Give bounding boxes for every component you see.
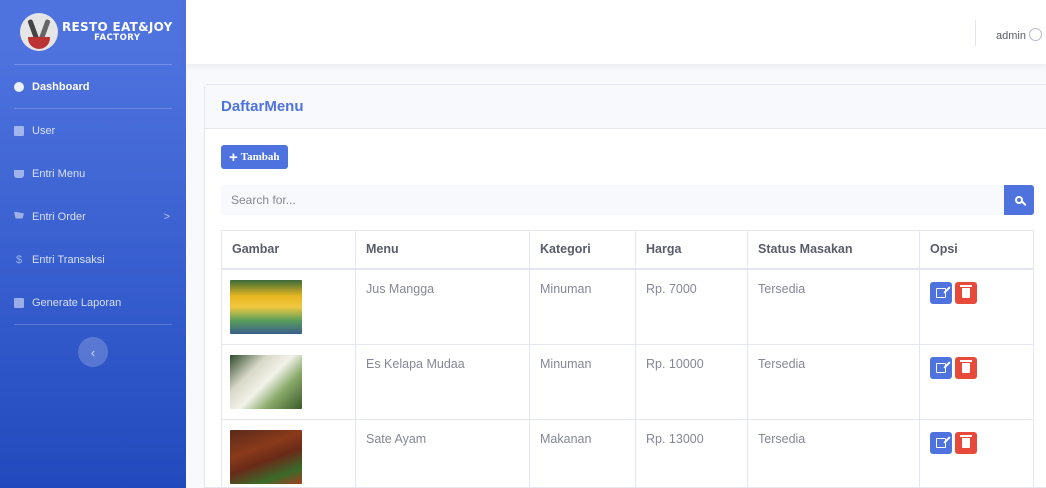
sidebar-item-label: Dashboard <box>32 80 90 93</box>
plus-icon: + <box>229 148 238 166</box>
delete-button[interactable] <box>955 356 977 379</box>
options-cell <box>919 343 1034 420</box>
edit-button[interactable] <box>930 356 952 379</box>
add-button-label: Tambah <box>240 151 280 163</box>
chevron-right-icon: > <box>163 210 170 223</box>
harga-cell: Rp. 10000 <box>635 343 748 420</box>
sidebar-item-label: Entri Menu <box>32 167 86 180</box>
trash-icon <box>960 359 972 373</box>
user-card-icon <box>14 125 24 136</box>
topbar-divider <box>975 20 976 46</box>
table-header-row: Gambar Menu Kategori Harga Status Masaka… <box>221 230 1034 270</box>
sidebar-item-user[interactable]: User <box>0 109 186 152</box>
sidebar-toggle-button[interactable]: ‹ <box>78 337 108 367</box>
sidebar-item-entri-menu[interactable]: Entri Menu <box>0 152 186 195</box>
sidebar: RESTO EAT&JOY FACTORY Dashboard User Ent… <box>0 0 186 488</box>
table-row: Sate Ayam Makanan Rp. 13000 Tersedia <box>221 418 1034 488</box>
column-header[interactable]: Opsi <box>919 230 1034 270</box>
image-cell <box>221 343 356 420</box>
mango-juice-photo <box>230 279 302 334</box>
chevron-left-icon: ‹ <box>90 344 96 360</box>
column-header[interactable]: Menu <box>355 230 530 270</box>
kategori-cell: Minuman <box>529 268 636 345</box>
menu-cell: Sate Ayam <box>355 418 530 488</box>
edit-icon <box>936 362 946 373</box>
search-input[interactable] <box>221 185 1004 215</box>
trash-icon <box>960 434 972 448</box>
chicken-satay-photo <box>230 429 302 484</box>
page-title: DaftarMenu <box>221 98 304 115</box>
cart-icon <box>14 211 24 219</box>
edit-button[interactable] <box>930 431 952 454</box>
sidebar-item-generate-laporan[interactable]: Generate Laporan <box>0 281 186 324</box>
table-row: Es Kelapa Mudaa Minuman Rp. 10000 Tersed… <box>221 343 1034 420</box>
column-header[interactable]: Kategori <box>529 230 636 270</box>
sidebar-item-label: User <box>32 124 56 137</box>
sidebar-item-label: Entri Order <box>32 210 86 223</box>
sidebar-item-label: Entri Transaksi <box>32 253 105 266</box>
document-icon <box>14 297 24 308</box>
card-header: DaftarMenu <box>205 85 1046 129</box>
status-cell: Tersedia <box>747 418 920 488</box>
coffee-icon <box>14 169 24 178</box>
sidebar-item-entri-transaksi[interactable]: $ Entri Transaksi <box>0 238 186 281</box>
dollar-icon: $ <box>15 253 23 266</box>
table-row: Jus Mangga Minuman Rp. 7000 Tersedia <box>221 268 1034 345</box>
status-cell: Tersedia <box>747 268 920 345</box>
kategori-cell: Makanan <box>529 418 636 488</box>
trash-icon <box>960 284 972 298</box>
delete-button[interactable] <box>955 431 977 454</box>
menu-cell: Es Kelapa Mudaa <box>355 343 530 420</box>
image-cell <box>221 418 356 488</box>
topbar: admin <box>186 0 1046 64</box>
image-cell <box>221 268 356 345</box>
options-cell <box>919 268 1034 345</box>
sidebar-item-dashboard[interactable]: Dashboard <box>0 65 186 108</box>
user-name[interactable]: admin <box>996 30 1026 42</box>
brand-link[interactable]: RESTO EAT&JOY FACTORY <box>0 0 186 64</box>
search-bar <box>221 185 1034 215</box>
column-header[interactable]: Harga <box>635 230 748 270</box>
search-icon <box>1015 196 1023 204</box>
edit-icon <box>936 437 946 448</box>
user-circle-icon[interactable] <box>1029 28 1042 41</box>
coconut-ice-photo <box>230 354 302 409</box>
column-header[interactable]: Gambar <box>221 230 356 270</box>
sidebar-divider <box>14 324 172 325</box>
edit-button[interactable] <box>930 281 952 304</box>
menu-card: DaftarMenu + Tambah Gambar Menu Kategori… <box>204 84 1046 488</box>
search-button[interactable] <box>1004 185 1034 215</box>
brand-name: RESTO EAT&JOY FACTORY <box>62 21 173 43</box>
sidebar-item-entri-order[interactable]: Entri Order > <box>0 195 186 238</box>
tachometer-icon <box>14 81 24 92</box>
status-cell: Tersedia <box>747 343 920 420</box>
restaurant-logo-icon <box>20 13 58 51</box>
brand-line1: RESTO EAT&JOY <box>62 20 173 35</box>
menu-cell: Jus Mangga <box>355 268 530 345</box>
delete-button[interactable] <box>955 281 977 304</box>
harga-cell: Rp. 13000 <box>635 418 748 488</box>
sidebar-item-label: Generate Laporan <box>32 296 122 309</box>
options-cell <box>919 418 1034 488</box>
menu-table: Gambar Menu Kategori Harga Status Masaka… <box>221 230 1034 488</box>
brand-line2: FACTORY <box>94 32 141 43</box>
edit-icon <box>936 287 946 298</box>
harga-cell: Rp. 7000 <box>635 268 748 345</box>
kategori-cell: Minuman <box>529 343 636 420</box>
column-header[interactable]: Status Masakan <box>747 230 920 270</box>
add-menu-button[interactable]: + Tambah <box>221 145 288 169</box>
